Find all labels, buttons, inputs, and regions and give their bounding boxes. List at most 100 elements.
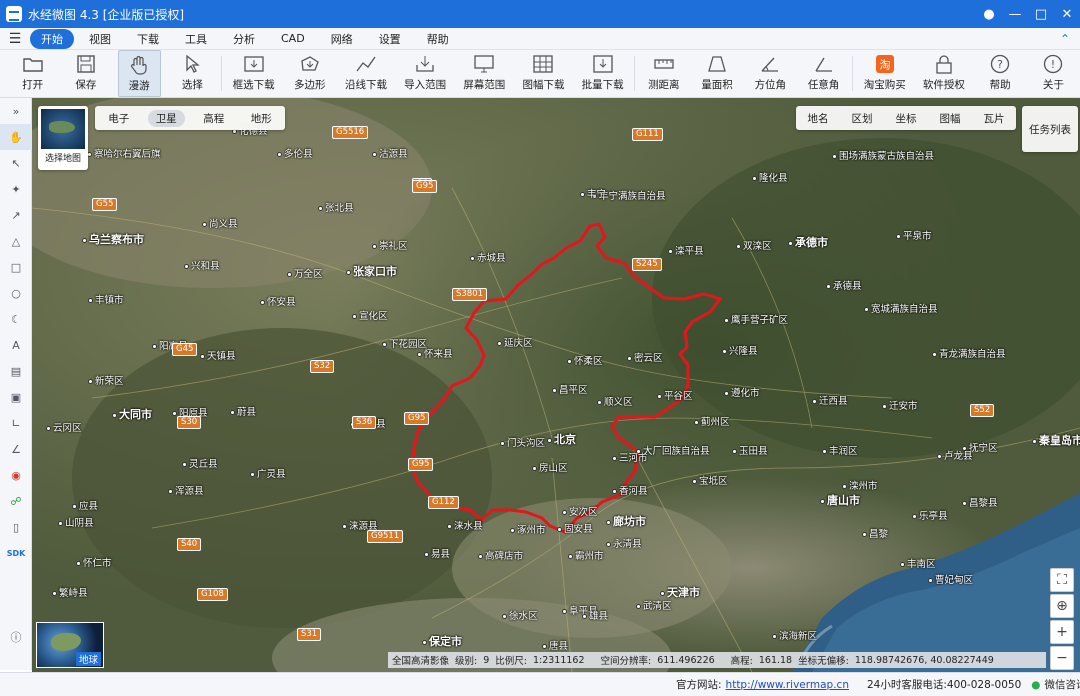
tab-terrain[interactable]: 地形: [243, 110, 280, 127]
road-shield: G95: [412, 180, 438, 193]
help-circle-icon[interactable]: ⓘ: [0, 624, 32, 650]
menu-settings[interactable]: 设置: [368, 29, 412, 49]
menu-help[interactable]: 帮助: [416, 29, 460, 49]
locate-icon[interactable]: ⊕: [1050, 594, 1074, 618]
save-button[interactable]: 保存: [64, 50, 107, 97]
batch-download-label: 批量下载: [581, 79, 624, 91]
overlay-placenames[interactable]: 地名: [808, 111, 829, 126]
tab-elevation[interactable]: 高程: [195, 110, 232, 127]
line-download-label: 沿线下载: [345, 79, 387, 91]
draw-arc-icon[interactable]: ☾: [0, 306, 32, 332]
website-label: 官方网站:: [676, 679, 722, 691]
collapse-ribbon-icon[interactable]: ⌃: [1050, 32, 1080, 46]
measure-area-button[interactable]: 量面积: [695, 50, 738, 97]
user-icon[interactable]: ●: [976, 7, 1002, 22]
draw-line-icon[interactable]: ↗: [0, 202, 32, 228]
ruler-tool-icon[interactable]: ▤: [0, 358, 32, 384]
zoom-in-button[interactable]: +: [1050, 620, 1074, 644]
select-button[interactable]: 选择: [171, 50, 214, 97]
road-shield: S52: [970, 404, 995, 417]
sheet-download-label: 图幅下载: [522, 79, 565, 91]
road-shield: S32: [310, 360, 335, 373]
area-icon: [706, 54, 728, 74]
measure-area-label: 量面积: [701, 79, 733, 91]
website-link[interactable]: http://www.rivermap.cn: [726, 679, 849, 691]
menu-network[interactable]: 网络: [320, 29, 364, 49]
hamburger-menu-icon[interactable]: ☰: [0, 31, 30, 47]
hotline-label: 24小时客服电话:: [866, 679, 947, 691]
overlay-boundaries[interactable]: 区划: [852, 111, 873, 126]
draw-rectangle-icon[interactable]: □: [0, 254, 32, 280]
angle-tool-icon[interactable]: ∠: [0, 436, 32, 462]
coord-label: 坐标无偏移:: [798, 656, 849, 667]
polygon-button[interactable]: 多边形: [288, 50, 331, 97]
ribbon-toolbar: 打开 保存 漫游 选择 框选下载 多边形 沿线下载 导入范围 屏幕范围 图幅下载…: [0, 50, 1080, 98]
phone-icon[interactable]: ▯: [0, 514, 32, 540]
baidu-logo-icon[interactable]: ◉: [0, 462, 32, 488]
select-arrow-icon[interactable]: ↖: [0, 150, 32, 176]
globe-view-button[interactable]: 地球: [36, 622, 104, 668]
pan-button[interactable]: 漫游: [117, 50, 161, 97]
taobao-button[interactable]: 淘 淘宝购买: [860, 50, 909, 97]
pin-marker-icon[interactable]: ✦: [0, 176, 32, 202]
cursor-arrow-icon: [181, 54, 203, 74]
any-angle-label: 任意角: [807, 79, 840, 91]
screen-range-label: 屏幕范围: [463, 79, 506, 91]
import-range-button[interactable]: 导入范围: [401, 50, 450, 97]
zoom-out-button[interactable]: −: [1050, 646, 1074, 670]
menu-tools[interactable]: 工具: [174, 29, 218, 49]
screen-range-button[interactable]: 屏幕范围: [460, 50, 509, 97]
menu-view[interactable]: 视图: [78, 29, 122, 49]
overlay-coordinates[interactable]: 坐标: [896, 111, 917, 126]
overlay-tabs: 地名 区划 坐标 图幅 瓦片: [796, 106, 1016, 130]
draw-circle-icon[interactable]: ○: [0, 280, 32, 306]
draw-polygon-icon[interactable]: △: [0, 228, 32, 254]
angle-icon: [813, 54, 835, 74]
measure-area-tool-icon[interactable]: ▣: [0, 384, 32, 410]
road-shield: S31: [297, 628, 322, 641]
help-button[interactable]: ? 帮助: [978, 50, 1021, 97]
menu-analysis[interactable]: 分析: [222, 29, 266, 49]
pan-hand-icon[interactable]: ✋: [0, 124, 32, 150]
any-angle-button[interactable]: 任意角: [802, 50, 845, 97]
map-view[interactable]: 乌兰察布市 张家口市 大同市 承德市 北京 廊坊市 唐山市 秦皇岛市 天津市 保定市 察哈尔右翼后旗…: [32, 98, 1080, 672]
level-label: 级别:: [455, 656, 478, 667]
line-download-button[interactable]: 沿线下载: [341, 50, 390, 97]
azimuth-label: 方位角: [754, 79, 787, 91]
menu-cad[interactable]: CAD: [270, 30, 316, 47]
wechat-consult-link[interactable]: 微信咨询: [1044, 677, 1080, 692]
add-text-icon[interactable]: A: [0, 332, 32, 358]
box-download-icon: [243, 54, 265, 74]
sheet-download-button[interactable]: 图幅下载: [519, 50, 568, 97]
maximize-icon[interactable]: □: [1028, 7, 1054, 22]
menu-download[interactable]: 下载: [126, 29, 170, 49]
measure-distance-button[interactable]: 测距离: [642, 50, 685, 97]
overlay-sheets[interactable]: 图幅: [940, 111, 961, 126]
close-icon[interactable]: ✕: [1054, 7, 1080, 22]
menu-home[interactable]: 开始: [30, 28, 74, 49]
azimuth-button[interactable]: 方位角: [749, 50, 792, 97]
box-download-button[interactable]: 框选下载: [229, 50, 278, 97]
link-icon[interactable]: ☍: [0, 488, 32, 514]
sdk-icon[interactable]: SDK: [0, 540, 32, 566]
tab-electronic[interactable]: 电子: [100, 110, 137, 127]
scale-value: 1:2311162: [532, 654, 585, 666]
road-shield: G95: [404, 412, 430, 425]
batch-download-button[interactable]: 批量下载: [578, 50, 627, 97]
azimuth-tool-icon[interactable]: ∟: [0, 410, 32, 436]
license-button[interactable]: 软件授权: [919, 50, 968, 97]
svg-text:淘: 淘: [879, 59, 890, 72]
fullscreen-icon[interactable]: ⛶: [1050, 568, 1074, 592]
about-button[interactable]: ! 关于: [1032, 50, 1075, 97]
minimize-icon[interactable]: —: [1002, 7, 1028, 22]
expand-panel-icon[interactable]: »: [0, 98, 32, 124]
select-map-button[interactable]: 选择地图: [38, 106, 88, 170]
task-list-button[interactable]: 任务列表: [1022, 106, 1078, 152]
resolution-label: 空间分辨率:: [600, 656, 652, 667]
open-button[interactable]: 打开: [11, 50, 54, 97]
overlay-tiles[interactable]: 瓦片: [984, 111, 1005, 126]
polyline-icon: [355, 54, 377, 74]
level-value: 9: [483, 654, 490, 666]
tab-satellite[interactable]: 卫星: [147, 109, 185, 127]
import-range-label: 导入范围: [404, 79, 447, 91]
